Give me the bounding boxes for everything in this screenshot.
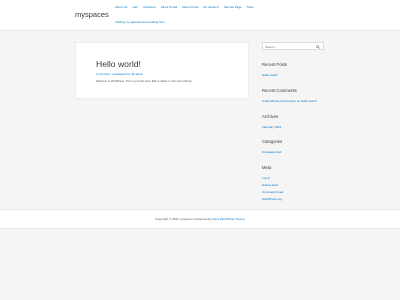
nav-item-tagline[interactable]: Visiting my appointment booking form xyxy=(115,20,165,24)
nav-item-client-portal[interactable]: Client Portal xyxy=(161,5,177,9)
meta-link-entries-feed[interactable]: Entries feed xyxy=(262,183,278,187)
post-excerpt: Welcome to WordPress. This is your first… xyxy=(96,80,192,83)
widget-title-meta: Meta xyxy=(262,165,272,170)
meta-link-comments-feed[interactable]: Comments feed xyxy=(262,190,283,194)
search-form xyxy=(262,42,324,50)
archive-link[interactable]: February 2021 xyxy=(262,125,282,129)
recent-comment-link[interactable]: A WordPress Commenter on Hello world! xyxy=(262,99,317,103)
primary-nav: About Us Cart Checkout Client Portal Client … xyxy=(115,5,259,24)
footer-copyright: Copyright © 2021 myspaces | Powered by A… xyxy=(0,217,400,221)
nav-item-checkout[interactable]: Checkout xyxy=(143,5,156,9)
nav-item-my-account[interactable]: My account xyxy=(203,5,218,9)
site-title[interactable]: myspaces xyxy=(75,10,109,19)
widget-title-categories: Categories xyxy=(262,139,283,144)
nav-item-cart[interactable]: Cart xyxy=(132,5,138,9)
post-category-link[interactable]: Uncategorized xyxy=(112,73,129,76)
widget-title-recent-posts: Recent Posts xyxy=(262,62,287,67)
category-link[interactable]: Uncategorized xyxy=(262,150,281,154)
search-input[interactable] xyxy=(265,44,313,49)
post-title[interactable]: Hello world! xyxy=(96,59,141,69)
widget-title-archives: Archives xyxy=(262,114,279,119)
nav-item-shop[interactable]: Shop xyxy=(247,5,254,9)
nav-item-sample-page[interactable]: Sample Page xyxy=(224,5,242,9)
site-header: myspaces About Us Cart Checkout Client Port… xyxy=(0,0,400,31)
post-author-link[interactable]: By admin xyxy=(132,73,143,76)
search-icon[interactable] xyxy=(316,44,320,49)
widget-title-recent-comments: Recent Comments xyxy=(262,88,297,93)
nav-item-about-us[interactable]: About Us xyxy=(115,5,127,9)
post-comments-link[interactable]: 1 Comment xyxy=(96,73,110,76)
post-card: Hello world! 1 Comment / Uncategorized /… xyxy=(75,42,249,99)
copyright-text: Copyright © 2021 myspaces | Powered by xyxy=(155,217,212,221)
site-footer: Copyright © 2021 myspaces | Powered by A… xyxy=(0,209,400,229)
post-meta: 1 Comment / Uncategorized / By admin xyxy=(96,73,143,76)
nav-item-client-portal-2[interactable]: Client Portal xyxy=(182,5,198,9)
recent-post-link[interactable]: Hello world! xyxy=(262,73,278,77)
theme-link[interactable]: Astra WordPress Theme xyxy=(212,217,245,221)
meta-link-wordpress-org[interactable]: WordPress.org xyxy=(262,197,282,201)
meta-link-login[interactable]: Log in xyxy=(262,176,270,180)
